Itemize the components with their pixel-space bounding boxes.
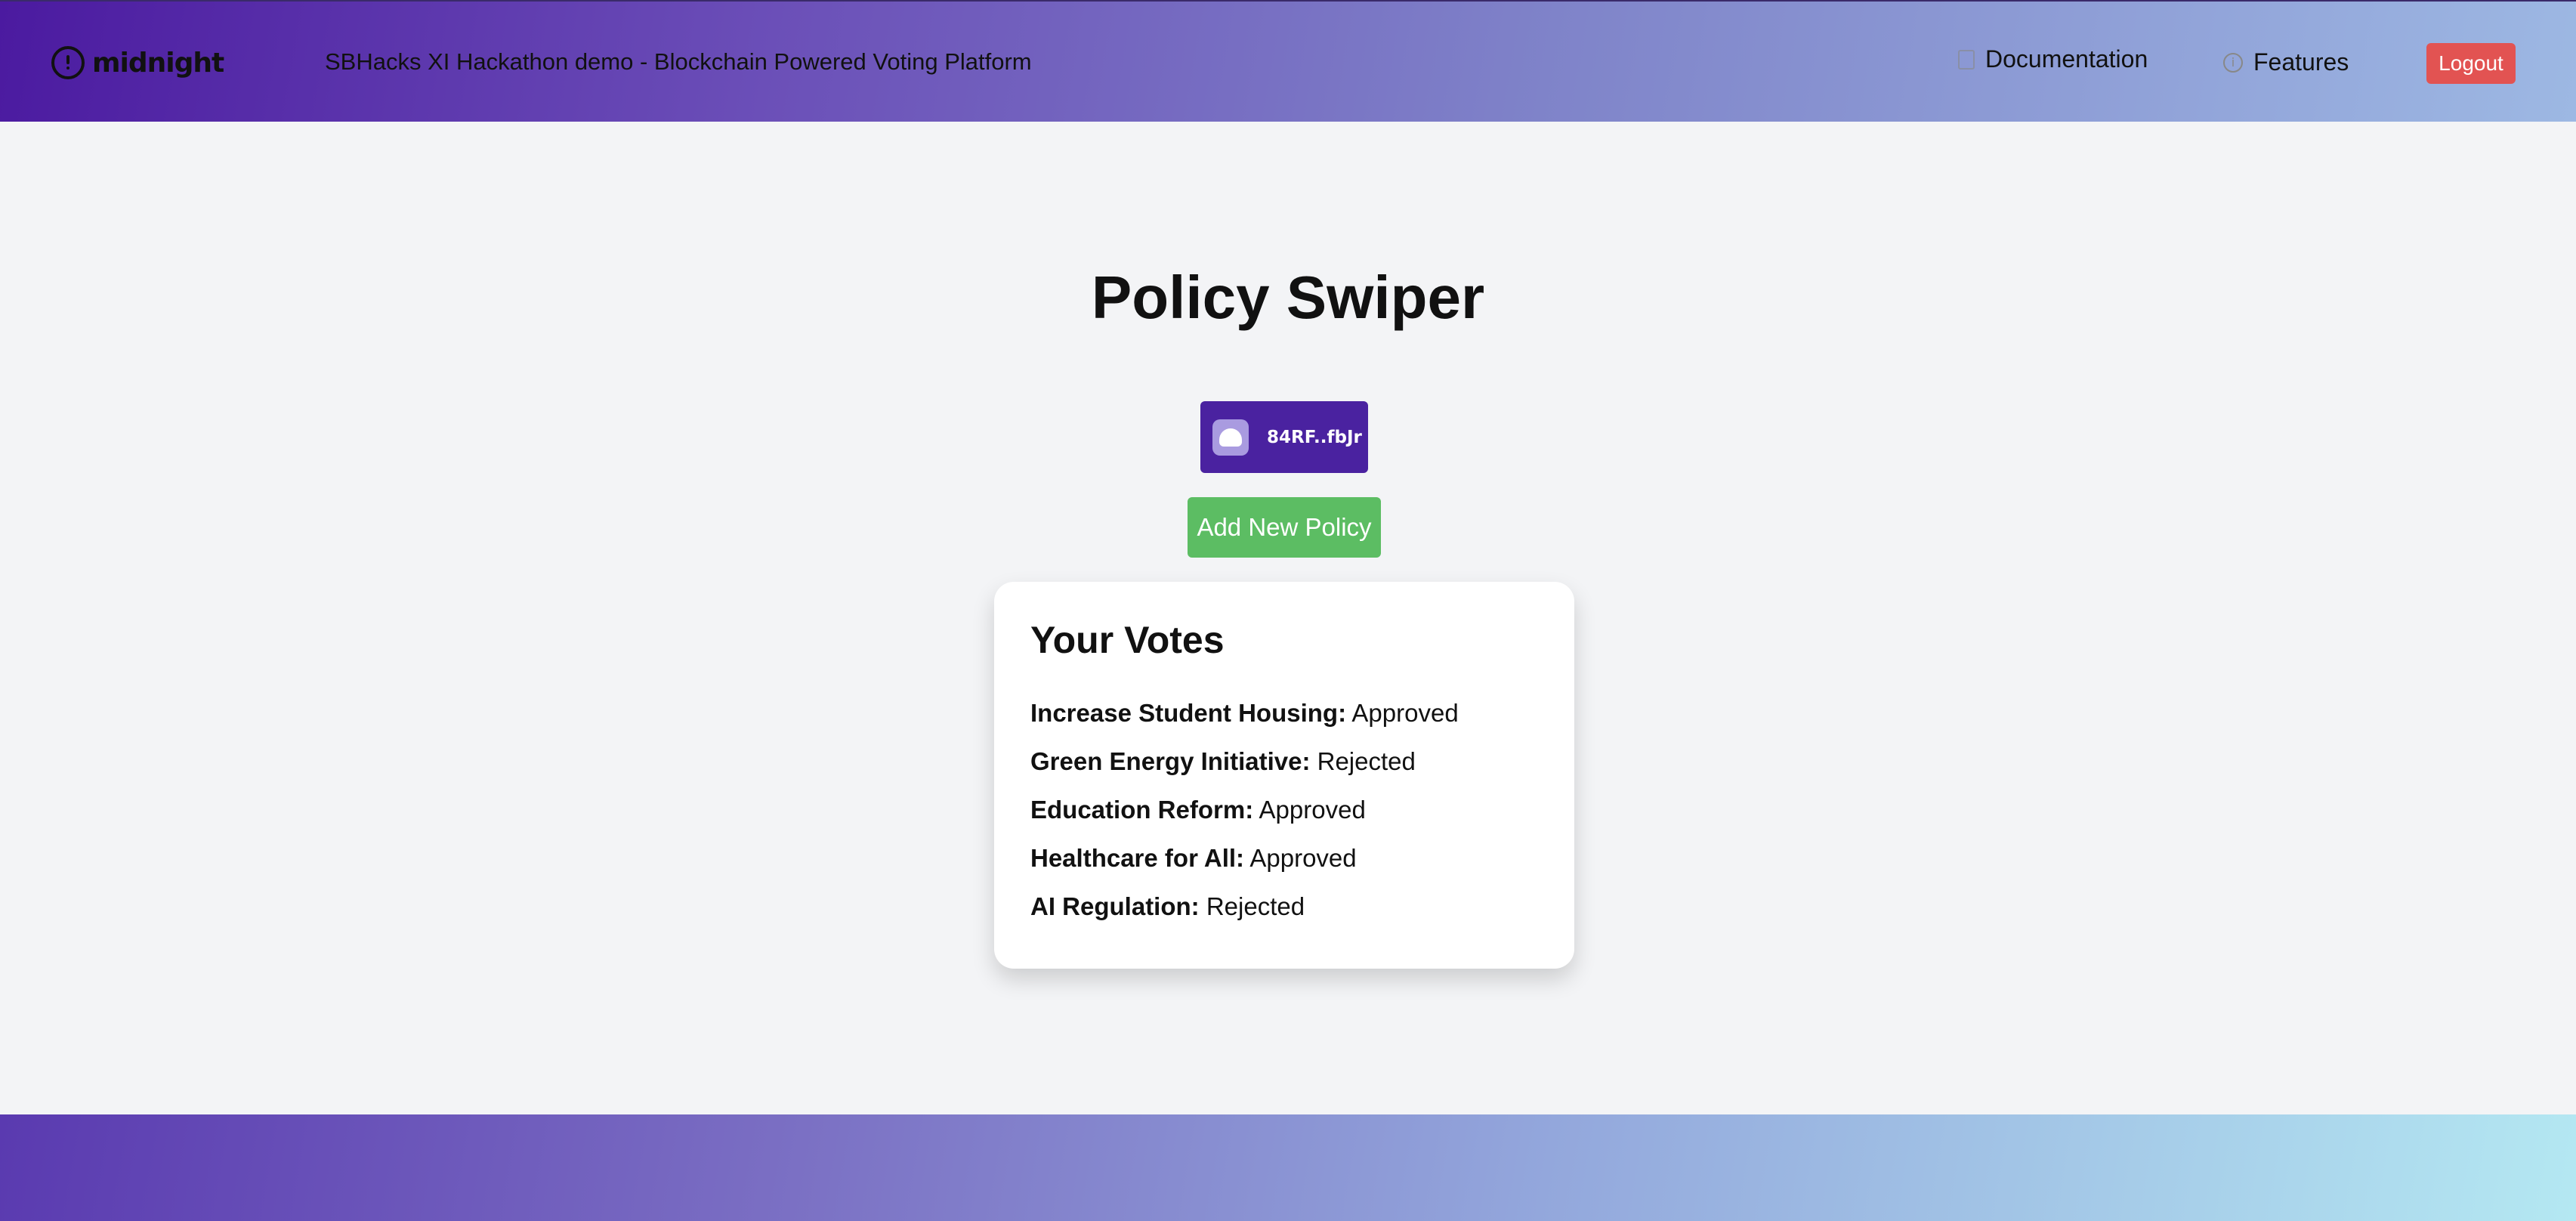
add-new-policy-button[interactable]: Add New Policy <box>1188 497 1381 558</box>
vote-item: Increase Student Housing: Approved <box>1030 689 1538 737</box>
logo-text: midnight <box>92 47 224 79</box>
nav-features-label: Features <box>2253 48 2349 76</box>
nav-documentation-link[interactable]: Documentation <box>1958 45 2148 73</box>
vote-decision: Approved <box>1259 796 1366 824</box>
vote-policy: Increase Student Housing: <box>1030 699 1347 727</box>
midnight-logo-icon <box>51 46 85 79</box>
vote-item: Healthcare for All: Approved <box>1030 834 1538 883</box>
vote-decision: Rejected <box>1206 892 1305 920</box>
votes-card: Your Votes Increase Student Housing: App… <box>994 582 1574 969</box>
nav-features-link[interactable]: i Features <box>2223 48 2349 76</box>
app-title: SBHacks XI Hackathon demo - Blockchain P… <box>325 48 1032 75</box>
header-bar: midnight SBHacks XI Hackathon demo - Blo… <box>0 0 2576 122</box>
vote-item: AI Regulation: Rejected <box>1030 883 1538 931</box>
document-icon <box>1958 49 1975 70</box>
vote-policy: Education Reform: <box>1030 796 1254 824</box>
info-icon: i <box>2223 52 2243 73</box>
vote-policy: AI Regulation: <box>1030 892 1200 920</box>
logout-button[interactable]: Logout <box>2426 43 2516 84</box>
ghost-wallet-icon <box>1212 419 1249 456</box>
wallet-address: 84RF..fbJr <box>1267 427 1362 447</box>
vote-decision: Approved <box>1351 699 1459 727</box>
votes-title: Your Votes <box>1030 619 1225 661</box>
vote-policy: Healthcare for All: <box>1030 844 1245 872</box>
logo[interactable]: midnight <box>51 44 224 82</box>
nav-documentation-label: Documentation <box>1985 45 2148 73</box>
page-title: Policy Swiper <box>1091 264 1485 331</box>
footer-bar <box>0 1114 2576 1221</box>
wallet-button[interactable]: 84RF..fbJr <box>1200 401 1368 473</box>
vote-decision: Approved <box>1249 844 1357 872</box>
vote-decision: Rejected <box>1317 747 1416 775</box>
vote-item: Green Energy Initiative: Rejected <box>1030 737 1538 786</box>
vote-policy: Green Energy Initiative: <box>1030 747 1311 775</box>
vote-item: Education Reform: Approved <box>1030 786 1538 834</box>
